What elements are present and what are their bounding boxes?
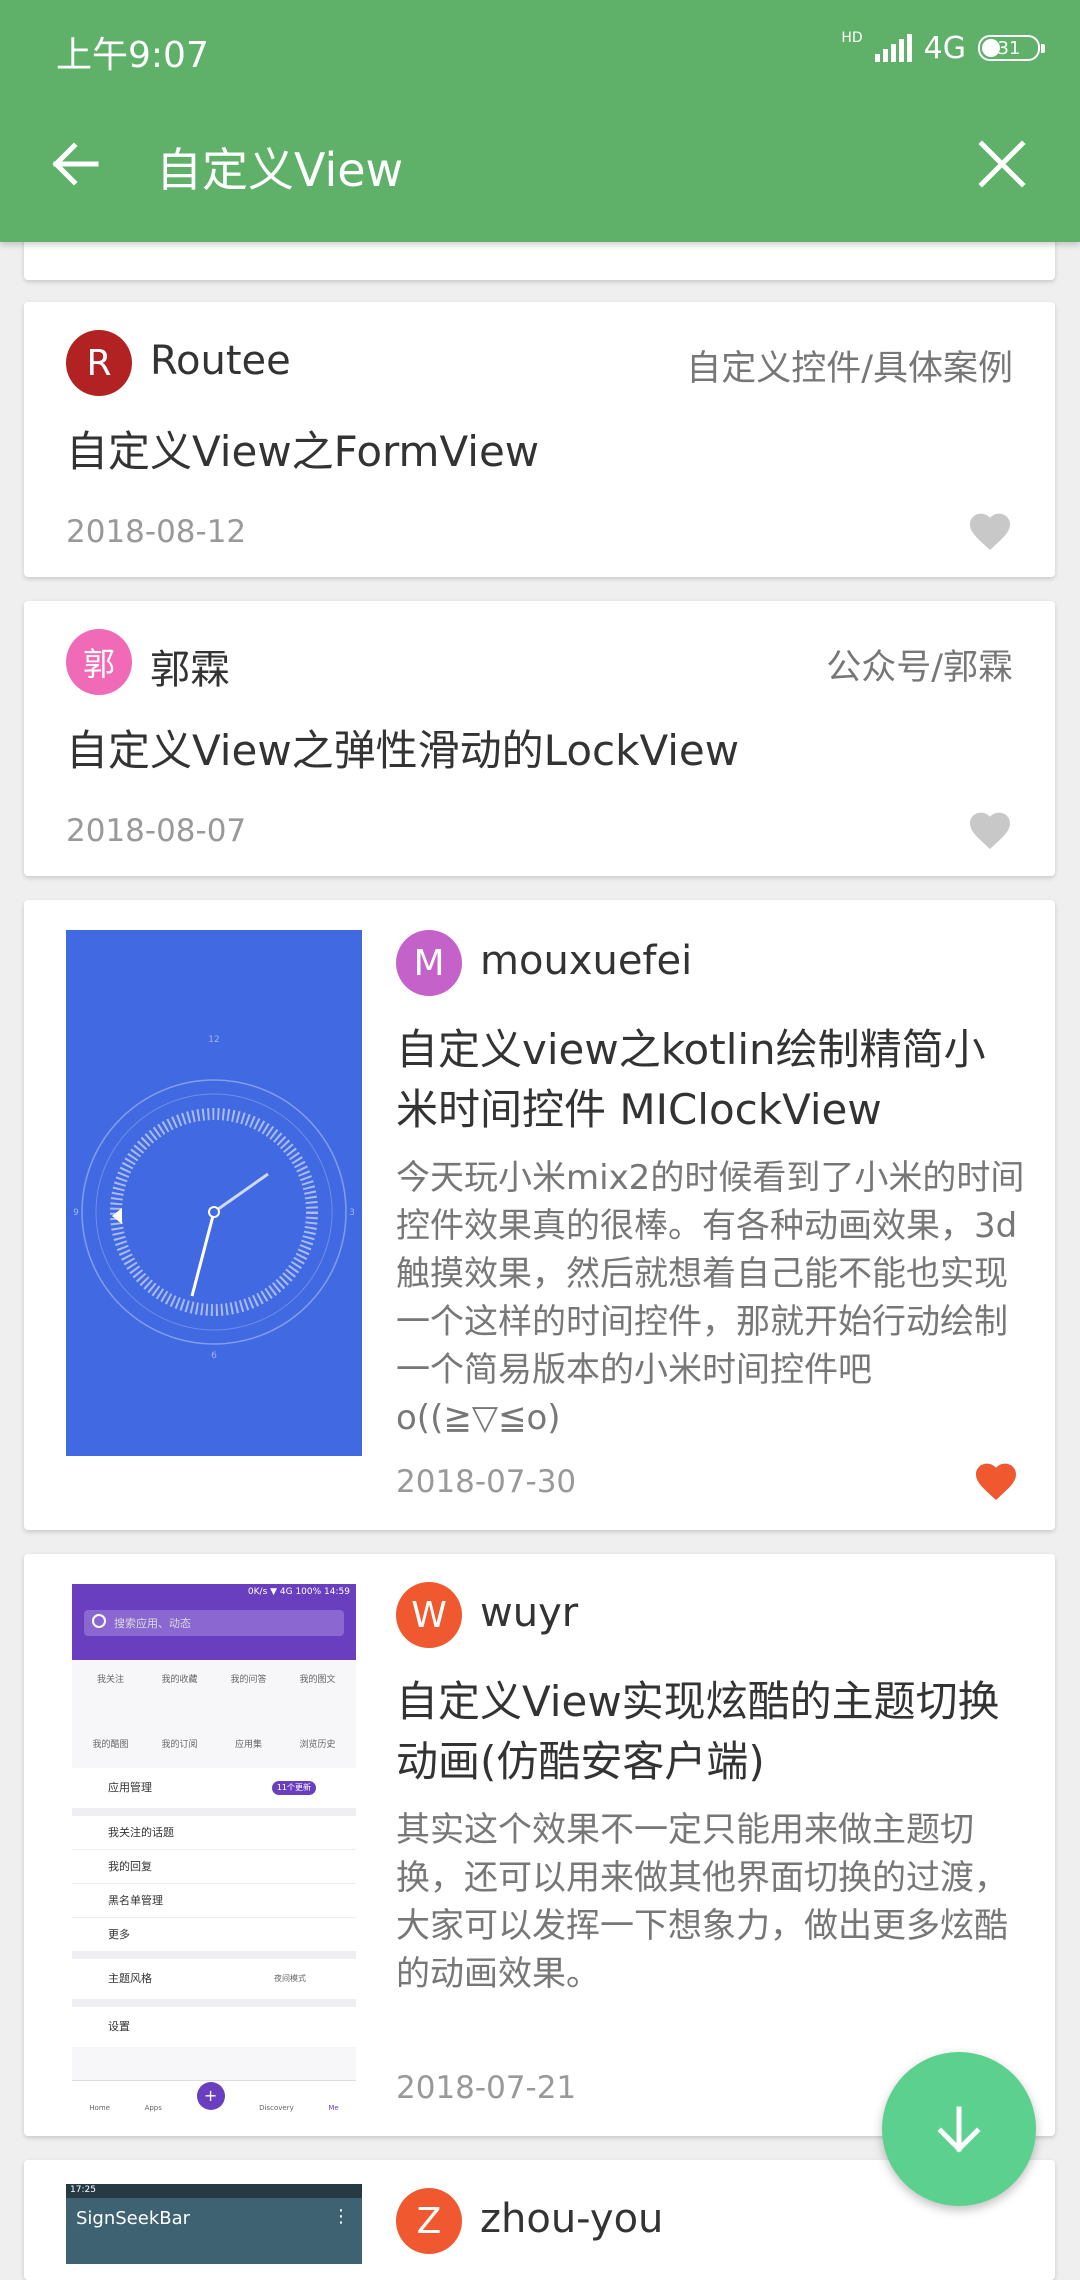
avatar: R <box>66 330 132 396</box>
thumb-statusbar: 17:25 <box>66 2184 362 2198</box>
thumb-grid-item: 我关注 <box>96 1675 124 1685</box>
thumb-grid-item: 我的订阅 <box>161 1740 198 1750</box>
article-thumbnail[interactable]: 0K/s ▼ 4G 100% 14:59 搜索应用、动态 我关注 我的收藏 我的… <box>72 1584 356 2114</box>
thumb-menu-item: 设置 <box>72 2007 356 2047</box>
thumb-menu: 应用管理 11个更新 我关注的话题 我的回复 黑名单管理 更多 主题风格 夜间模… <box>72 1768 356 2047</box>
thumb-search-placeholder: 搜索应用、动态 <box>114 1617 191 1630</box>
article-date: 2018-08-12 <box>66 514 247 550</box>
status-time: 上午9:07 <box>56 35 209 76</box>
thumb-grid-item: 应用集 <box>234 1740 262 1750</box>
thumb-badge: 11个更新 <box>271 1781 316 1795</box>
avatar: M <box>396 930 462 996</box>
thumb-menu-item: 我关注的话题 <box>72 1816 356 1850</box>
clock-label-bottom: 6 <box>211 1351 217 1361</box>
thumb-menu-label: 应用管理 <box>108 1781 152 1794</box>
back-button[interactable] <box>46 134 106 194</box>
arrow-left-icon <box>52 142 99 186</box>
heart-icon[interactable] <box>966 807 1014 851</box>
article-thumbnail[interactable]: 17:25 SignSeekBar ⋮ <box>66 2184 362 2264</box>
author-name[interactable]: mouxuefei <box>480 938 692 984</box>
article-card[interactable]: 郭 郭霖 公众号/郭霖 自定义View之弹性滑动的LockView 2018-0… <box>24 601 1055 876</box>
close-icon <box>978 140 1026 188</box>
article-card[interactable]: 0K/s ▼ 4G 100% 14:59 搜索应用、动态 我关注 我的收藏 我的… <box>24 1554 1055 2136</box>
article-card[interactable]: R Routee 自定义控件/具体案例 自定义View之FormView 201… <box>24 302 1055 577</box>
clock-label-left: 9 <box>73 1208 79 1218</box>
thumb-grid-item: 浏览历史 <box>299 1740 336 1750</box>
article-title[interactable]: 自定义View实现炫酷的主题切换动画(仿酷安客户端) <box>396 1672 1016 1792</box>
thumb-grid-item: 我的图文 <box>299 1675 336 1685</box>
thumb-time: 17:25 <box>70 2185 96 2195</box>
clock-label-top: 12 <box>208 1035 219 1045</box>
avatar: 郭 <box>66 629 132 695</box>
heart-icon[interactable] <box>972 1458 1020 1502</box>
app-bar: 上午9:07 HD 4G 31 自定义View <box>0 0 1080 242</box>
hd-label: HD <box>841 30 863 46</box>
battery-icon: 31 <box>978 35 1045 61</box>
avatar: W <box>396 1582 462 1648</box>
article-title[interactable]: 自定义View之弹性滑动的LockView <box>66 721 739 781</box>
heart-icon[interactable] <box>966 508 1014 552</box>
thumb-header: 0K/s ▼ 4G 100% 14:59 搜索应用、动态 <box>72 1584 356 1660</box>
thumb-grid: 我关注 我的收藏 我的问答 我的图文 我的酷图 我的订阅 应用集 浏览历史 <box>76 1664 352 1772</box>
article-card[interactable]: 12 6 9 3 M mouxuefei 自定义view之kotlin绘制精简小… <box>24 900 1055 1530</box>
thumb-night-mode: 夜间模式 <box>274 1974 306 1983</box>
thumb-nav-add: + <box>196 2082 225 2110</box>
avatar: Z <box>396 2188 462 2254</box>
clock-illustration: 12 6 9 3 <box>73 1035 355 1361</box>
thumb-menu-label: 黑名单管理 <box>108 1894 163 1907</box>
article-date: 2018-07-21 <box>396 2070 577 2106</box>
article-title[interactable]: 自定义view之kotlin绘制精简小米时间控件 MIClockView <box>396 1020 1016 1140</box>
thumb-nav-item: Me <box>328 2104 339 2112</box>
thumb-menu-item: 黑名单管理 <box>72 1884 356 1918</box>
thumb-menu-item: 更多 <box>72 1918 356 1959</box>
thumb-bottom-nav: Home Apps + Discovery Me <box>72 2080 356 2114</box>
thumb-menu-icon: ⋮ <box>332 2206 350 2227</box>
signal-icon <box>874 34 912 62</box>
thumb-menu-label: 设置 <box>108 2020 130 2033</box>
thumb-menu-label: 我的回复 <box>108 1860 152 1873</box>
category-label[interactable]: 公众号/郭霖 <box>826 639 1013 690</box>
author-name[interactable]: zhou-you <box>480 2196 663 2242</box>
search-icon <box>92 1614 106 1628</box>
category-label[interactable]: 自定义控件/具体案例 <box>686 340 1013 391</box>
clock-label-right: 3 <box>349 1208 355 1218</box>
page-title: 自定义View <box>156 143 404 197</box>
article-description: 其实这个效果不一定只能用来做主题切换，还可以用来做其他界面切换的过渡，大家可以发… <box>396 1810 1008 1994</box>
thumb-grid-item: 我的收藏 <box>161 1675 198 1685</box>
network-label: 4G <box>923 30 966 66</box>
thumb-grid-item: 我的酷图 <box>92 1740 129 1750</box>
thumb-menu-item: 我的回复 <box>72 1850 356 1884</box>
scroll-down-fab[interactable] <box>882 2052 1036 2206</box>
status-bar: 上午9:07 HD 4G 31 <box>0 0 1080 96</box>
article-date: 2018-08-07 <box>66 813 247 849</box>
thumb-menu-label: 我关注的话题 <box>108 1826 174 1839</box>
thumb-menu-label: 主题风格 <box>108 1972 152 1985</box>
arrow-down-icon <box>937 2106 981 2153</box>
thumb-menu-label: 更多 <box>108 1928 130 1941</box>
author-name[interactable]: wuyr <box>480 1590 578 1636</box>
author-name[interactable]: 郭霖 <box>150 637 230 695</box>
battery-level: 31 <box>997 37 1021 59</box>
thumb-status: 0K/s ▼ 4G 100% 14:59 <box>247 1587 350 1597</box>
thumb-grid-item: 我的问答 <box>230 1675 267 1685</box>
status-indicators: HD 4G 31 <box>841 28 1045 68</box>
close-button[interactable] <box>974 136 1030 192</box>
article-thumbnail[interactable]: 12 6 9 3 <box>66 930 362 1456</box>
article-date: 2018-07-30 <box>396 1464 577 1500</box>
article-title[interactable]: 自定义View之FormView <box>66 422 539 482</box>
article-description: 今天玩小米mix2的时候看到了小米的时间控件效果真的很棒。有各种动画效果，3d触… <box>396 1158 1025 1438</box>
author-name[interactable]: Routee <box>150 338 291 384</box>
thumb-nav-item: Home <box>89 2104 110 2112</box>
thumb-search: 搜索应用、动态 <box>84 1610 344 1636</box>
thumb-nav-item: Apps <box>144 2104 162 2112</box>
thumb-title: SignSeekBar <box>76 2208 191 2229</box>
thumb-nav-item: Discovery <box>259 2104 294 2112</box>
thumb-menu-item: 主题风格 夜间模式 <box>72 1959 356 2007</box>
thumb-menu-item: 应用管理 11个更新 <box>72 1768 356 1816</box>
